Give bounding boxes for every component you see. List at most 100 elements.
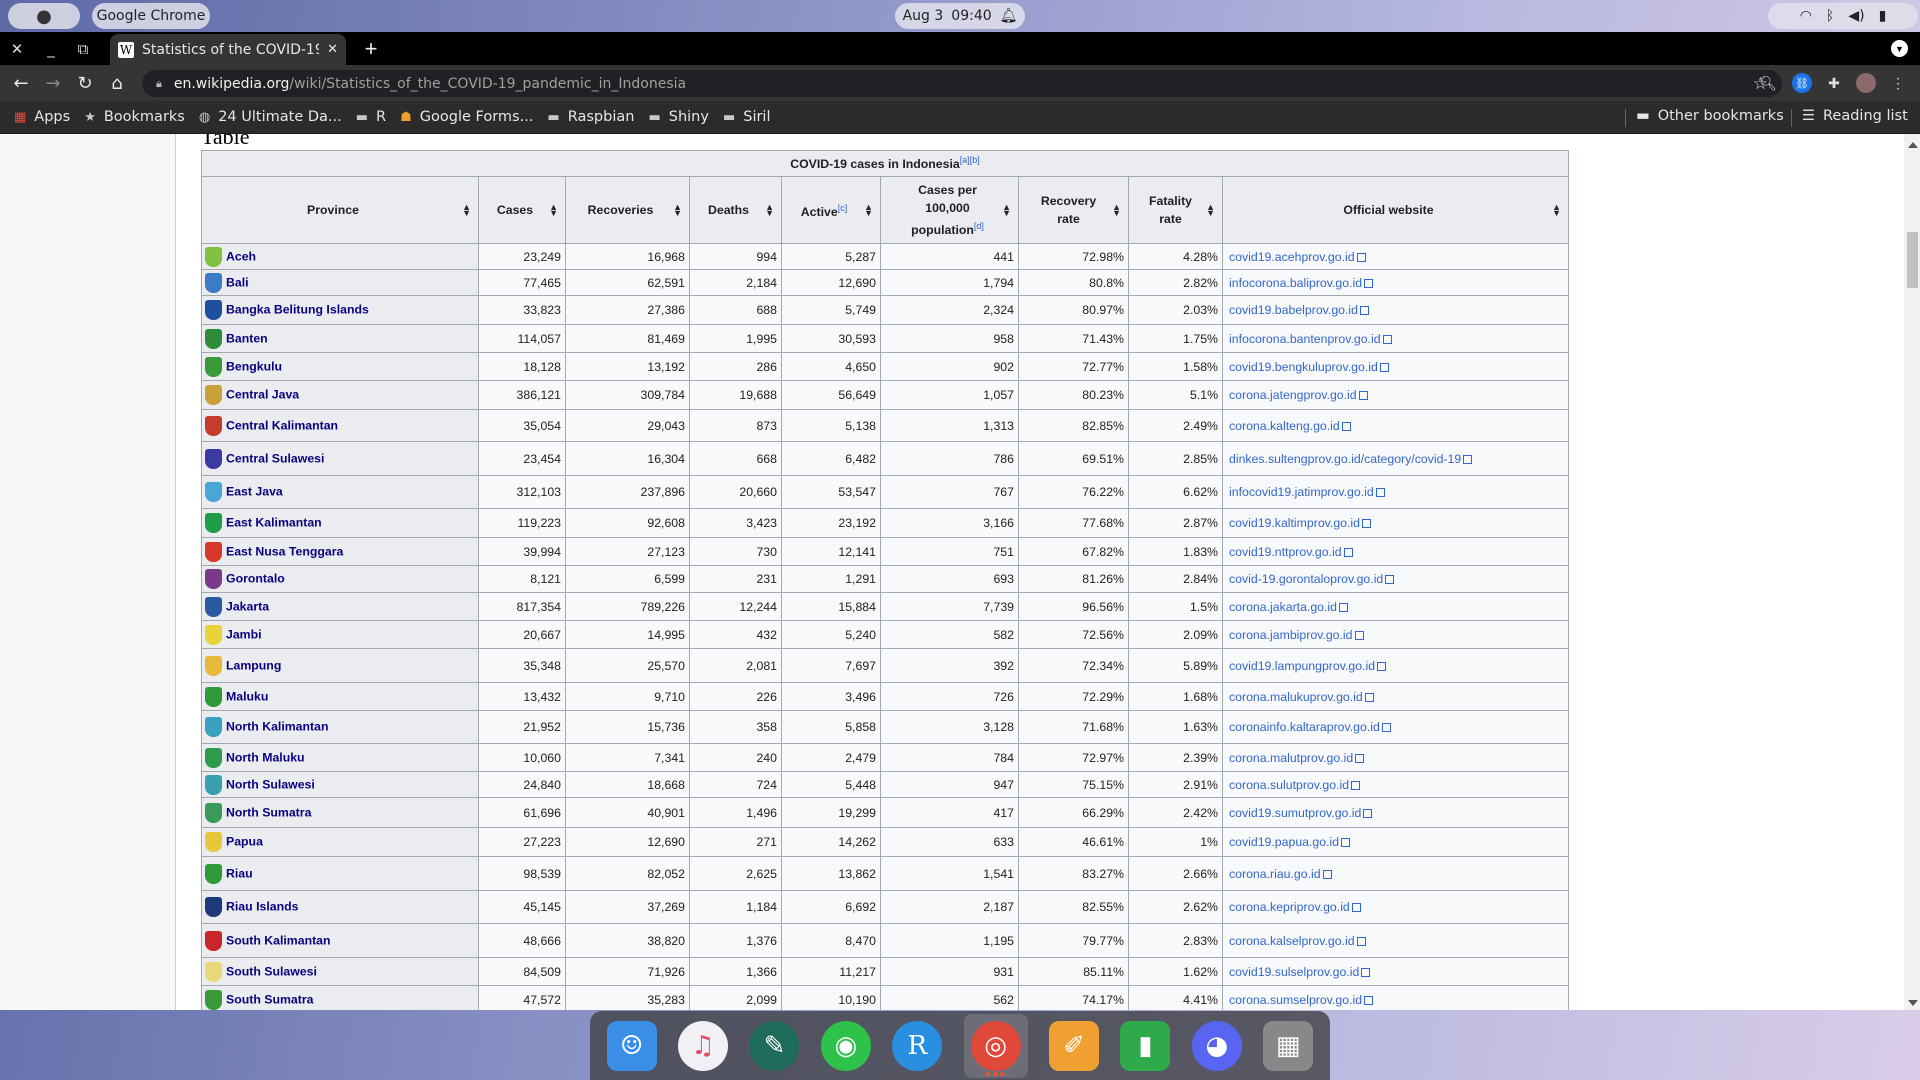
- minimize-window-button[interactable]: _: [36, 32, 66, 65]
- dock-find-my[interactable]: ◉: [820, 1020, 871, 1071]
- official-website-link[interactable]: infocorona.bantenprov.go.id: [1229, 332, 1381, 346]
- official-website-link[interactable]: corona.jatengprov.go.id: [1229, 388, 1357, 402]
- column-header[interactable]: Province ▲ ▼: [201, 175, 479, 245]
- province-link[interactable]: Papua: [226, 834, 263, 848]
- province-link[interactable]: South Sumatra: [226, 992, 313, 1006]
- dock-finder[interactable]: ☺: [606, 1020, 657, 1071]
- bookmark-folder-shiny[interactable]: ▬ Shiny: [648, 109, 709, 125]
- column-header[interactable]: Cases ▲ ▼: [478, 175, 566, 245]
- bookmark-bookmarks[interactable]: ★ Bookmarks: [84, 109, 185, 125]
- home-button[interactable]: ⌂: [102, 65, 132, 101]
- province-link[interactable]: Bangka Belitung Islands: [226, 302, 369, 316]
- official-website-link[interactable]: dinkes.sultengprov.go.id/category/covid-…: [1229, 452, 1461, 466]
- sort-icon[interactable]: ▲ ▼: [1552, 203, 1561, 218]
- official-website-link[interactable]: covid19.babelprov.go.id: [1229, 303, 1358, 317]
- scrollbar[interactable]: [1904, 134, 1920, 1010]
- dock-discord[interactable]: ◕: [1191, 1020, 1242, 1071]
- bookmark-folder-r[interactable]: ▬ R: [356, 109, 386, 125]
- sort-icon[interactable]: ▲ ▼: [765, 203, 774, 218]
- reload-button[interactable]: ↻: [70, 65, 100, 101]
- extension-link-icon[interactable]: ⛓: [1792, 73, 1812, 93]
- official-website-link[interactable]: covid19.nttprov.go.id: [1229, 545, 1342, 559]
- province-link[interactable]: Central Kalimantan: [226, 418, 338, 432]
- column-header[interactable]: Recoveries ▲ ▼: [565, 175, 690, 245]
- back-button[interactable]: ←: [6, 65, 36, 101]
- official-website-link[interactable]: corona.malukuprov.go.id: [1229, 690, 1363, 704]
- official-website-link[interactable]: covid19.papua.go.id: [1229, 835, 1339, 849]
- footnote-link[interactable]: [c]: [838, 203, 848, 213]
- forward-button[interactable]: →: [38, 65, 68, 101]
- restore-window-button[interactable]: ⧉: [68, 32, 98, 65]
- province-link[interactable]: Riau Islands: [226, 899, 298, 913]
- province-link[interactable]: Bali: [226, 275, 249, 289]
- sort-icon[interactable]: ▲ ▼: [1112, 203, 1121, 218]
- sort-icon[interactable]: ▲ ▼: [864, 203, 873, 218]
- official-website-link[interactable]: covid-19.gorontaloprov.go.id: [1229, 572, 1383, 586]
- bookmark-folder-raspbian[interactable]: ▬ Raspbian: [547, 109, 634, 125]
- official-website-link[interactable]: infocorona.baliprov.go.id: [1229, 276, 1362, 290]
- official-website-link[interactable]: corona.kalselprov.go.id: [1229, 934, 1355, 948]
- dock-music[interactable]: ♫: [678, 1020, 729, 1071]
- system-tray[interactable]: ◠ ᛒ ◀) ▮: [1768, 3, 1918, 29]
- bookmark-google-forms[interactable]: ☗ Google Forms...: [400, 109, 533, 125]
- official-website-link[interactable]: coronainfo.kaltaraprov.go.id: [1229, 720, 1380, 734]
- official-website-link[interactable]: covid19.bengkuluprov.go.id: [1229, 360, 1378, 374]
- column-header[interactable]: Official website ▲ ▼: [1222, 175, 1569, 245]
- province-link[interactable]: Maluku: [226, 689, 268, 703]
- official-website-link[interactable]: corona.kalteng.go.id: [1229, 419, 1340, 433]
- province-link[interactable]: East Kalimantan: [226, 515, 322, 529]
- province-link[interactable]: Riau: [226, 866, 253, 880]
- dock-r-studio[interactable]: R: [892, 1020, 943, 1071]
- province-link[interactable]: South Sulawesi: [226, 964, 317, 978]
- column-header[interactable]: Fatality rate ▲ ▼: [1128, 175, 1223, 245]
- reading-list-button[interactable]: ☰ Reading list: [1802, 108, 1908, 124]
- tab-active[interactable]: W Statistics of the COVID-19 ✕: [110, 34, 346, 65]
- official-website-link[interactable]: corona.jambiprov.go.id: [1229, 628, 1353, 642]
- tab-close-icon[interactable]: ✕: [327, 42, 338, 57]
- official-website-link[interactable]: corona.malutprov.go.id: [1229, 751, 1353, 765]
- dock-pages[interactable]: ✐: [1049, 1020, 1100, 1071]
- extension-magnifier-icon[interactable]: 🔍︎: [1758, 73, 1778, 93]
- province-link[interactable]: Central Java: [226, 387, 299, 401]
- sort-icon[interactable]: ▲ ▼: [1206, 203, 1215, 218]
- new-tab-button[interactable]: +: [356, 32, 386, 65]
- official-website-link[interactable]: covid19.kaltimprov.go.id: [1229, 516, 1360, 530]
- province-link[interactable]: North Sulawesi: [226, 777, 315, 791]
- official-website-link[interactable]: covid19.sulselprov.go.id: [1229, 965, 1359, 979]
- dock-launchpad[interactable]: ▦: [1263, 1020, 1314, 1071]
- column-header[interactable]: Cases per 100,000 population[d] ▲ ▼: [880, 175, 1019, 245]
- official-website-link[interactable]: covid19.lampungprov.go.id: [1229, 659, 1375, 673]
- column-header[interactable]: Recovery rate ▲ ▼: [1018, 175, 1129, 245]
- close-window-button[interactable]: ✕: [2, 32, 32, 65]
- other-bookmarks-button[interactable]: ▬ Other bookmarks: [1636, 108, 1784, 124]
- official-website-link[interactable]: covid19.acehprov.go.id: [1229, 250, 1355, 264]
- column-header[interactable]: Deaths ▲ ▼: [689, 175, 782, 245]
- official-website-link[interactable]: corona.sulutprov.go.id: [1229, 778, 1349, 792]
- active-app-menu[interactable]: Google Chrome: [92, 3, 210, 29]
- sort-icon[interactable]: ▲ ▼: [549, 203, 558, 218]
- clock[interactable]: Aug 3 09:40 🔔︎: [895, 3, 1025, 29]
- province-link[interactable]: Lampung: [226, 658, 281, 672]
- sort-icon[interactable]: ▲ ▼: [462, 203, 471, 218]
- official-website-link[interactable]: infocovid19.jatimprov.go.id: [1229, 485, 1374, 499]
- province-link[interactable]: Aceh: [226, 249, 256, 263]
- province-link[interactable]: East Nusa Tenggara: [226, 544, 343, 558]
- province-link[interactable]: Central Sulawesi: [226, 451, 324, 465]
- dock-cleaner[interactable]: ✎: [749, 1020, 800, 1071]
- official-website-link[interactable]: corona.sumselprov.go.id: [1229, 993, 1362, 1007]
- sort-icon[interactable]: ▲ ▼: [673, 203, 682, 218]
- province-link[interactable]: North Maluku: [226, 750, 305, 764]
- column-header[interactable]: Active[c] ▲ ▼: [781, 175, 881, 245]
- profile-avatar[interactable]: [1856, 73, 1876, 93]
- province-link[interactable]: Banten: [226, 331, 268, 345]
- official-website-link[interactable]: covid19.sumutprov.go.id: [1229, 806, 1361, 820]
- bookmark-24-ultimate[interactable]: ◍ 24 Ultimate Da...: [199, 109, 342, 125]
- official-website-link[interactable]: corona.jakarta.go.id: [1229, 600, 1337, 614]
- browser-menu-icon[interactable]: ⋮: [1888, 73, 1908, 93]
- sort-icon[interactable]: ▲ ▼: [1002, 203, 1011, 218]
- province-link[interactable]: North Sumatra: [226, 805, 311, 819]
- dock-numbers[interactable]: ▮: [1120, 1020, 1171, 1071]
- tab-search-button[interactable]: ▼: [1891, 40, 1908, 57]
- apple-menu[interactable]: ●: [8, 3, 80, 29]
- official-website-link[interactable]: corona.riau.go.id: [1229, 867, 1321, 881]
